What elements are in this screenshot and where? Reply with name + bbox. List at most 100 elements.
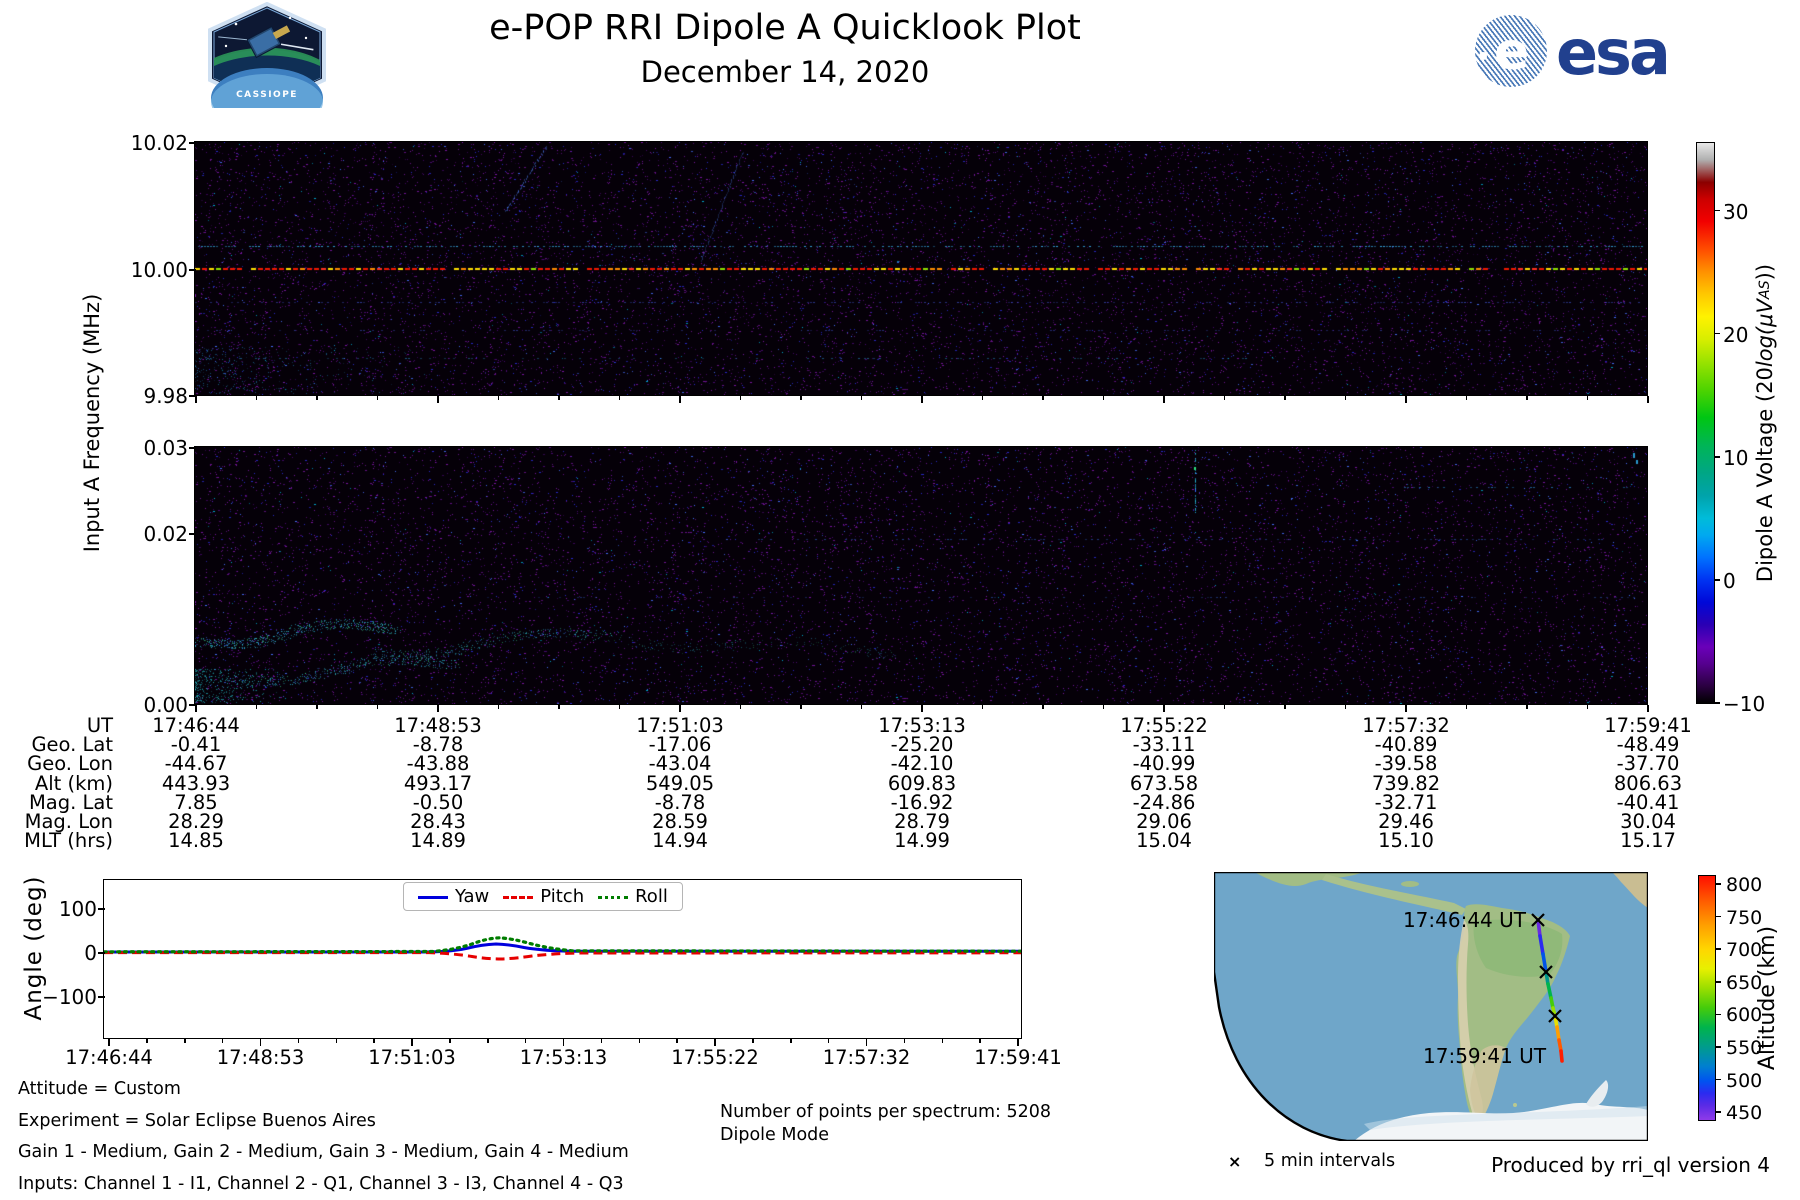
xtick-label: 17:55:22 xyxy=(650,1046,780,1069)
legend-item-yaw: Yaw xyxy=(418,886,489,907)
axis-tick xyxy=(921,396,923,403)
legend-item-pitch: Pitch xyxy=(503,886,584,907)
ytick-label: 0.00 xyxy=(60,695,188,715)
produced-note: Produced by rri_ql version 4 xyxy=(1470,1153,1770,1177)
axis-tick xyxy=(437,396,439,403)
colorbar-tick-label: 20 xyxy=(1723,323,1748,347)
axis-tick xyxy=(195,396,197,403)
axis-tick xyxy=(98,996,105,998)
axis-tick xyxy=(1715,981,1721,983)
ephemeris-cell: 15.17 xyxy=(1573,831,1723,851)
axis-tick xyxy=(373,1039,375,1043)
axis-tick xyxy=(1647,705,1649,712)
inputs-note: Inputs: Channel 1 - I1, Channel 2 - Q1, … xyxy=(18,1174,624,1194)
axis-tick xyxy=(982,705,984,709)
ephemeris-cell: -37.70 xyxy=(1573,754,1723,774)
axis-tick xyxy=(525,1039,527,1043)
legend-item-roll: Roll xyxy=(598,886,668,907)
axis-tick xyxy=(1714,210,1720,212)
axis-tick xyxy=(1224,705,1226,709)
axis-tick xyxy=(377,705,379,709)
esa-globe-dot xyxy=(1479,52,1487,60)
axis-tick xyxy=(1405,705,1407,712)
gains-note: Gain 1 - Medium, Gain 2 - Medium, Gain 3… xyxy=(18,1142,629,1162)
axis-tick xyxy=(377,396,379,400)
colorbar-tick-label: 30 xyxy=(1723,200,1748,224)
axis-tick xyxy=(1715,1079,1721,1081)
axis-tick xyxy=(98,908,105,910)
ephemeris-cell: -40.99 xyxy=(1089,754,1239,774)
track-end-label: 17:59:41 UT xyxy=(1423,1044,1547,1068)
experiment-note: Experiment = Solar Eclipse Buenos Aires xyxy=(18,1111,376,1131)
axis-tick xyxy=(790,1039,792,1043)
colorbar-tick-label: 0 xyxy=(1723,569,1736,593)
esa-globe-e: e xyxy=(1494,22,1529,82)
ephemeris-cell: -43.88 xyxy=(363,754,513,774)
ephemeris-cell: -42.10 xyxy=(847,754,997,774)
xtick-label: 17:48:53 xyxy=(196,1046,326,1069)
colorbar-tick-label: 800 xyxy=(1726,874,1762,896)
axis-tick xyxy=(184,1039,186,1043)
axis-tick xyxy=(411,1039,413,1046)
axis-tick xyxy=(942,1039,944,1043)
axis-tick xyxy=(189,447,196,449)
ephemeris-cell: 14.99 xyxy=(847,831,997,851)
axis-tick xyxy=(1042,396,1044,400)
colorbar-tick-label: 10 xyxy=(1723,446,1748,470)
ephemeris-cell: 14.94 xyxy=(605,831,755,851)
interval-marker-legend: 5 min intervals xyxy=(1264,1151,1395,1171)
altitude-colorbar xyxy=(1698,875,1716,1121)
spectrogram-lower-panel xyxy=(194,446,1648,705)
ephemeris-cell: 15.04 xyxy=(1089,831,1239,851)
esa-logo: esa xyxy=(1556,16,1668,89)
axis-tick xyxy=(260,1039,262,1046)
axis-tick xyxy=(256,396,258,400)
quicklook-figure: CASSIOPE e-POP RRI Dipole A Quicklook Pl… xyxy=(0,0,1800,1200)
points-note: Number of points per spectrum: 5208 xyxy=(720,1102,1051,1122)
axis-tick xyxy=(316,705,318,709)
axis-tick xyxy=(1714,456,1720,458)
pitch-line-sample xyxy=(503,896,533,899)
falkland-islands xyxy=(1513,1103,1517,1107)
axis-tick xyxy=(316,396,318,400)
axis-tick xyxy=(1715,883,1721,885)
axis-tick xyxy=(1163,396,1165,403)
axis-tick xyxy=(98,952,105,954)
page-subtitle: December 14, 2020 xyxy=(85,55,1485,89)
axis-tick xyxy=(1163,705,1165,712)
axis-tick xyxy=(1103,396,1105,400)
axis-tick xyxy=(679,705,681,712)
axis-tick xyxy=(1466,396,1468,400)
axis-tick xyxy=(1345,705,1347,709)
attitude-note: Attitude = Custom xyxy=(18,1079,181,1099)
interval-marker-symbol: × xyxy=(1228,1152,1241,1171)
ytick-label: −100 xyxy=(27,987,97,1007)
axis-tick xyxy=(563,1039,565,1046)
axis-tick xyxy=(498,705,500,709)
axis-tick xyxy=(982,396,984,400)
pitch-line xyxy=(104,953,1021,959)
axis-tick xyxy=(752,1039,754,1043)
axis-tick xyxy=(146,1039,148,1043)
axis-tick xyxy=(195,705,197,712)
axis-tick xyxy=(904,1039,906,1043)
voltage-colorbar xyxy=(1696,142,1715,704)
axis-tick xyxy=(740,705,742,709)
yaw-line-sample xyxy=(418,896,448,899)
ephemeris-cell: 15.10 xyxy=(1331,831,1481,851)
axis-tick xyxy=(1714,333,1720,335)
ephemeris-cell: -44.67 xyxy=(121,754,271,774)
axis-tick xyxy=(108,1039,110,1046)
ephemeris-row-label: MLT (hrs) xyxy=(0,831,113,851)
axis-tick xyxy=(437,705,439,712)
axis-tick xyxy=(1103,705,1105,709)
axis-tick xyxy=(1587,705,1589,709)
xtick-label: 17:57:32 xyxy=(802,1046,932,1069)
ytick-label: 10.00 xyxy=(60,260,188,280)
axis-tick xyxy=(222,1039,224,1043)
axis-tick xyxy=(714,1039,716,1046)
axis-tick xyxy=(1715,1046,1721,1048)
axis-tick xyxy=(828,1039,830,1043)
axis-tick xyxy=(1714,579,1720,581)
axis-tick xyxy=(861,396,863,400)
